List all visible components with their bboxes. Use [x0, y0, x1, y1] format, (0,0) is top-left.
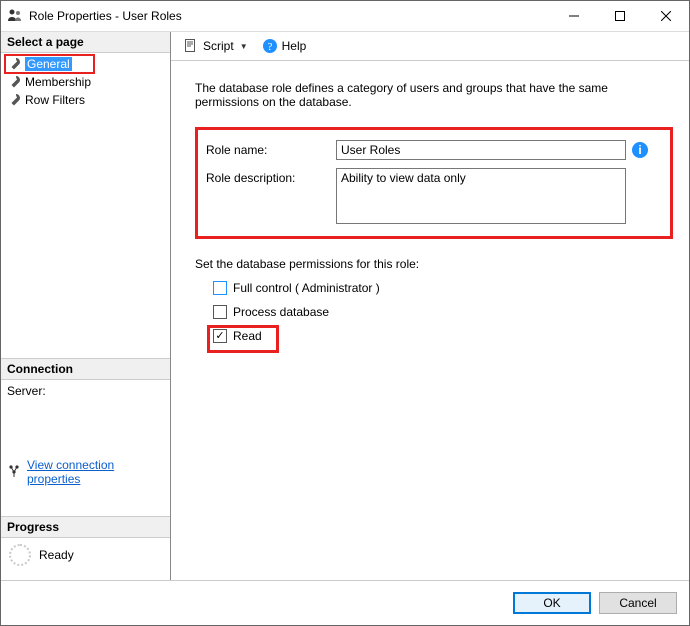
page-item-row-filters[interactable]: Row Filters: [1, 91, 170, 109]
role-name-label: Role name:: [206, 140, 336, 157]
maximize-button[interactable]: [597, 1, 643, 31]
svg-text:?: ?: [267, 41, 272, 53]
intro-text: The database role defines a category of …: [195, 81, 673, 109]
connection-icon: [7, 464, 21, 481]
help-label: Help: [282, 39, 307, 53]
perm-process-row[interactable]: Process database: [213, 305, 673, 319]
minimize-button[interactable]: [551, 1, 597, 31]
help-button[interactable]: ? Help: [258, 36, 311, 56]
info-icon[interactable]: i: [632, 142, 648, 158]
script-label: Script: [203, 39, 234, 53]
progress-spinner-icon: [9, 544, 31, 566]
permissions-title: Set the database permissions for this ro…: [195, 257, 673, 271]
content-pane: Script ▼ ? Help The database role define…: [171, 32, 689, 580]
dialog-body: Select a page General: [1, 32, 689, 580]
role-app-icon: [7, 8, 23, 24]
cancel-button[interactable]: Cancel: [599, 592, 677, 614]
role-desc-input[interactable]: [336, 168, 626, 224]
script-icon: [183, 38, 199, 54]
wrench-icon: [7, 75, 21, 89]
dialog-footer: OK Cancel: [1, 580, 689, 625]
role-desc-label: Role description:: [206, 168, 336, 185]
perm-full-label: Full control ( Administrator ): [233, 281, 380, 295]
wrench-icon: [7, 93, 21, 107]
perm-read-row[interactable]: Read: [213, 329, 673, 343]
page-label: Membership: [25, 75, 91, 89]
ok-button[interactable]: OK: [513, 592, 591, 614]
perm-process-checkbox[interactable]: [213, 305, 227, 319]
titlebar: Role Properties - User Roles: [1, 1, 689, 32]
window-title: Role Properties - User Roles: [29, 9, 551, 23]
progress-header: Progress: [1, 516, 170, 538]
connection-header: Connection: [1, 358, 170, 380]
sidebar: Select a page General: [1, 32, 171, 580]
perm-process-label: Process database: [233, 305, 329, 319]
page-list: General Membership: [1, 53, 170, 111]
connection-body: Server: View connection properties: [1, 380, 170, 516]
perm-read-checkbox[interactable]: [213, 329, 227, 343]
script-button[interactable]: Script ▼: [179, 36, 254, 56]
content-toolbar: Script ▼ ? Help: [171, 32, 689, 61]
help-icon: ?: [262, 38, 278, 54]
perm-full-row[interactable]: Full control ( Administrator ): [213, 281, 673, 295]
dialog-window: Role Properties - User Roles Select a pa…: [0, 0, 690, 626]
page-item-membership[interactable]: Membership: [1, 73, 170, 91]
view-connection-link[interactable]: View connection properties: [27, 458, 164, 486]
role-fields-block: Role name: i Role description:: [195, 127, 673, 239]
page-label: General: [25, 57, 72, 71]
page-item-general[interactable]: General: [1, 55, 170, 73]
progress-body: Ready: [1, 538, 170, 580]
chevron-down-icon: ▼: [238, 42, 250, 51]
progress-status: Ready: [39, 548, 74, 562]
role-name-input[interactable]: [336, 140, 626, 160]
page-label: Row Filters: [25, 93, 85, 107]
wrench-icon: [7, 57, 21, 71]
close-button[interactable]: [643, 1, 689, 31]
main-content: The database role defines a category of …: [171, 61, 689, 580]
perm-full-checkbox[interactable]: [213, 281, 227, 295]
select-page-header: Select a page: [1, 32, 170, 53]
perm-read-label: Read: [233, 329, 262, 343]
server-label: Server:: [7, 384, 164, 398]
